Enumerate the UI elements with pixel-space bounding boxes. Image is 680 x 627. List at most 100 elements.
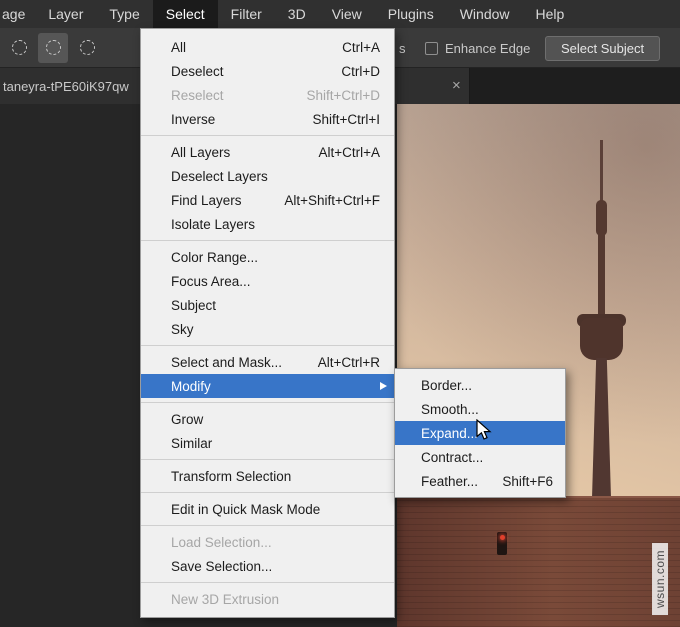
menu-item-help[interactable]: Help (523, 0, 578, 28)
menu-item-label: Deselect Layers (171, 169, 268, 184)
menu-item-label: Reselect (171, 88, 224, 103)
menu-item-label: New 3D Extrusion (171, 592, 279, 607)
menu-item-label: Transform Selection (171, 469, 291, 484)
select-menu-item-focus-area[interactable]: Focus Area... (141, 269, 394, 293)
menu-separator (141, 345, 394, 346)
subtract-from-selection-icon (80, 40, 95, 55)
menu-item-filter[interactable]: Filter (218, 0, 275, 28)
menu-item-shortcut: Alt+Ctrl+A (294, 145, 380, 160)
select-menu-item-all[interactable]: All Ctrl+A (141, 35, 394, 59)
select-menu-item-edit-in-quick-mask-mode[interactable]: Edit in Quick Mask Mode (141, 497, 394, 521)
select-menu-item-modify[interactable]: Modify (141, 374, 394, 398)
menu-separator (141, 240, 394, 241)
menu-item-label: Isolate Layers (171, 217, 255, 232)
select-menu-item-isolate-layers[interactable]: Isolate Layers (141, 212, 394, 236)
cn-tower-skypod (596, 200, 607, 236)
traffic-light-red (500, 535, 505, 540)
menu-separator (141, 525, 394, 526)
tab-title-left: taneyra-tPE60iK97qw (3, 79, 129, 94)
menu-separator (141, 459, 394, 460)
new-selection-icon (12, 40, 27, 55)
modify-submenu: Border... Smooth... Expand... Contract..… (394, 368, 566, 498)
select-menu-item-inverse[interactable]: Inverse Shift+Ctrl+I (141, 107, 394, 131)
select-menu-item-save-selection[interactable]: Save Selection... (141, 554, 394, 578)
modify-submenu-item-contract[interactable]: Contract... (395, 445, 565, 469)
select-menu-item-all-layers[interactable]: All Layers Alt+Ctrl+A (141, 140, 394, 164)
menu-item-view[interactable]: View (319, 0, 375, 28)
partial-option-label: s (399, 41, 406, 56)
menu-item-type[interactable]: Type (96, 0, 152, 28)
watermark: wsun.com (652, 543, 668, 615)
cn-tower-pod (580, 318, 623, 360)
select-menu-item-deselect-layers[interactable]: Deselect Layers (141, 164, 394, 188)
new-selection-button[interactable] (4, 33, 34, 63)
menu-separator (141, 582, 394, 583)
select-menu-item-reselect: Reselect Shift+Ctrl+D (141, 83, 394, 107)
select-menu-item-color-range[interactable]: Color Range... (141, 245, 394, 269)
menu-item-label: Sky (171, 322, 194, 337)
modify-submenu-item-border[interactable]: Border... (395, 373, 565, 397)
menu-item-plugins[interactable]: Plugins (375, 0, 447, 28)
menu-item-shortcut: Shift+Ctrl+D (282, 88, 380, 103)
enhance-edge-label[interactable]: Enhance Edge (445, 41, 530, 56)
menu-item-label: Edit in Quick Mask Mode (171, 502, 320, 517)
subtract-from-selection-button[interactable] (72, 33, 102, 63)
menu-item-image-partial[interactable]: age (0, 0, 35, 28)
menu-item-label: Contract... (421, 450, 483, 465)
menu-item-shortcut: Alt+Shift+Ctrl+F (260, 193, 380, 208)
modify-submenu-item-smooth[interactable]: Smooth... (395, 397, 565, 421)
menu-item-label: Border... (421, 378, 472, 393)
menu-item-shortcut: Ctrl+A (318, 40, 380, 55)
select-menu-item-new-3d-extrusion: New 3D Extrusion (141, 587, 394, 611)
cn-tower-mast (598, 234, 605, 316)
modify-submenu-item-expand[interactable]: Expand... (395, 421, 565, 445)
modify-submenu-item-feather[interactable]: Feather... Shift+F6 (395, 469, 565, 493)
menu-item-window[interactable]: Window (447, 0, 523, 28)
select-menu-item-select-and-mask[interactable]: Select and Mask... Alt+Ctrl+R (141, 350, 394, 374)
menu-separator (141, 135, 394, 136)
menu-separator (141, 402, 394, 403)
menu-item-label: Color Range... (171, 250, 258, 265)
select-subject-button[interactable]: Select Subject (545, 36, 660, 61)
menu-item-label: Expand... (421, 426, 478, 441)
menu-item-label: Subject (171, 298, 216, 313)
select-menu-item-sky[interactable]: Sky (141, 317, 394, 341)
menu-bar: age Layer Type Select Filter 3D View Plu… (0, 0, 680, 28)
menu-item-3d[interactable]: 3D (275, 0, 319, 28)
select-menu-item-load-selection: Load Selection... (141, 530, 394, 554)
traffic-light (497, 532, 507, 555)
enhance-edge-checkbox[interactable] (425, 42, 438, 55)
select-menu-item-grow[interactable]: Grow (141, 407, 394, 431)
menu-item-label: All (171, 40, 186, 55)
menu-item-shortcut: Ctrl+D (317, 64, 380, 79)
photoshop-window: wsun.com taneyra-tPE60iK97qw GB/8) * × s… (0, 0, 680, 627)
menu-item-label: Feather... (421, 474, 478, 489)
brick-building (397, 498, 680, 627)
menu-item-label: Save Selection... (171, 559, 272, 574)
menu-item-label: Inverse (171, 112, 215, 127)
select-menu-item-transform-selection[interactable]: Transform Selection (141, 464, 394, 488)
cn-tower-antenna (600, 140, 603, 202)
add-to-selection-button[interactable] (38, 33, 68, 63)
select-menu-item-subject[interactable]: Subject (141, 293, 394, 317)
menu-item-select[interactable]: Select (153, 0, 218, 28)
tab-close-icon[interactable]: × (452, 77, 461, 94)
cn-tower-shaft (592, 358, 611, 498)
menu-item-shortcut: Alt+Ctrl+R (294, 355, 380, 370)
document-photo (397, 104, 680, 627)
menu-item-layer[interactable]: Layer (35, 0, 96, 28)
menu-item-label: Find Layers (171, 193, 242, 208)
menu-item-label: Deselect (171, 64, 224, 79)
menu-item-label: All Layers (171, 145, 230, 160)
select-menu-item-similar[interactable]: Similar (141, 431, 394, 455)
menu-item-label: Smooth... (421, 402, 479, 417)
menu-item-label: Grow (171, 412, 203, 427)
menu-item-label: Select and Mask... (171, 355, 282, 370)
select-menu-item-find-layers[interactable]: Find Layers Alt+Shift+Ctrl+F (141, 188, 394, 212)
select-menu-item-deselect[interactable]: Deselect Ctrl+D (141, 59, 394, 83)
menu-separator (141, 492, 394, 493)
submenu-arrow-icon (380, 382, 387, 390)
menu-item-label: Load Selection... (171, 535, 272, 550)
menu-item-label: Modify (171, 379, 211, 394)
menu-item-label: Focus Area... (171, 274, 251, 289)
